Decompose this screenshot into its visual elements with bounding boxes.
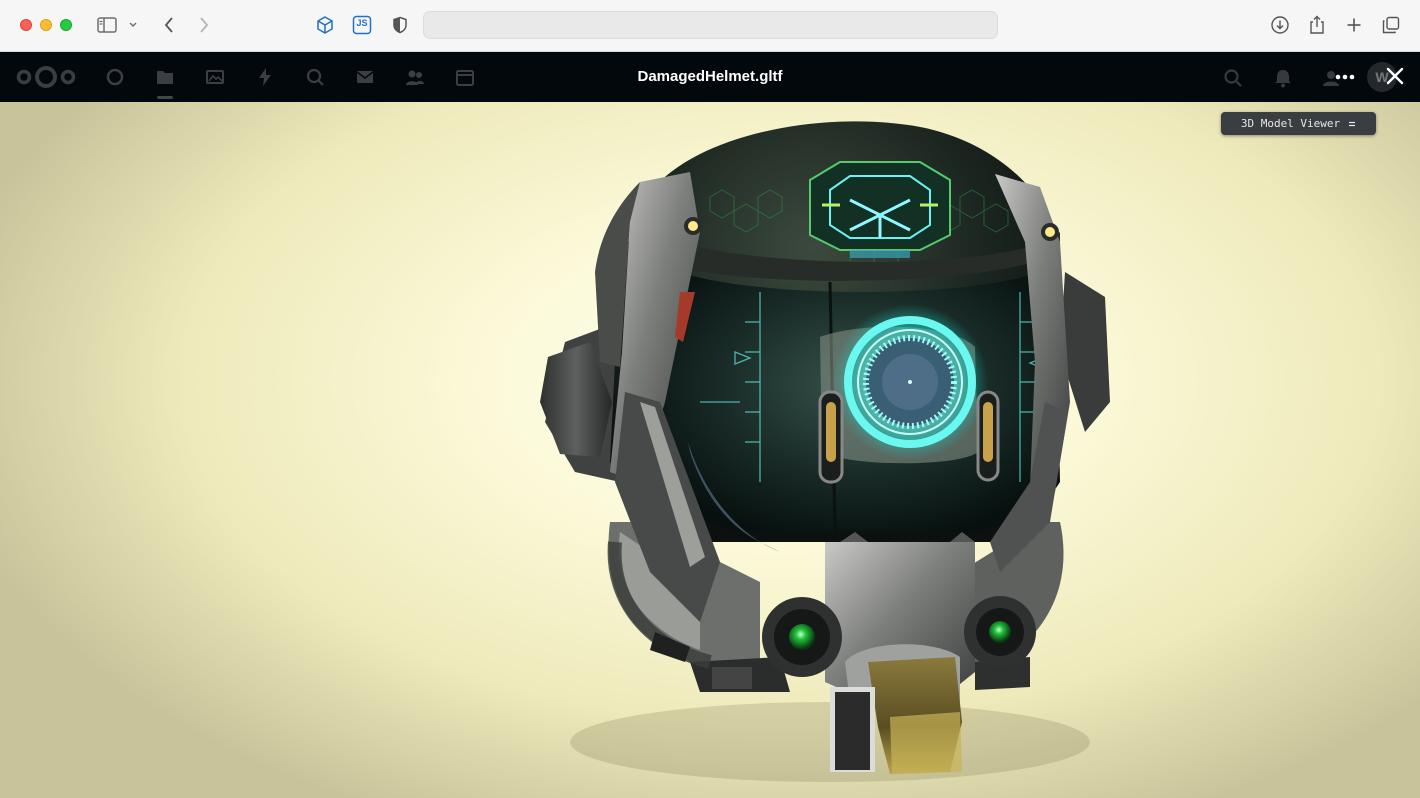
js-extension-icon[interactable]: JS <box>351 14 373 36</box>
close-icon[interactable] <box>1383 64 1407 88</box>
model-viewer-canvas[interactable] <box>0 102 1420 798</box>
damaged-helmet-model <box>540 121 1110 782</box>
viewer-badge-label: 3D Model Viewer <box>1240 117 1341 130</box>
forward-icon[interactable] <box>193 14 215 36</box>
model-viewer-badge[interactable]: 3D Model Viewer <box>1221 112 1376 135</box>
tab-overview-icon[interactable] <box>1380 14 1402 36</box>
shield-icon[interactable] <box>389 14 411 36</box>
sidebar-icon[interactable] <box>96 14 118 36</box>
new-tab-icon[interactable] <box>1343 14 1365 36</box>
window-minimize-button[interactable] <box>40 19 52 31</box>
address-input[interactable] <box>424 12 997 38</box>
address-bar[interactable] <box>423 11 998 39</box>
browser-toolbar: JS <box>0 0 1420 52</box>
js-extension-label: JS <box>356 18 368 28</box>
header-search-icon[interactable] <box>1222 67 1244 89</box>
window-zoom-button[interactable] <box>60 19 72 31</box>
cube-extension-icon[interactable] <box>314 14 336 36</box>
more-icon[interactable] <box>1332 66 1358 88</box>
share-icon[interactable] <box>1306 14 1328 36</box>
download-icon[interactable] <box>1269 14 1291 36</box>
back-icon[interactable] <box>158 14 180 36</box>
app-header: DamagedHelmet.gltf W <box>0 52 1420 102</box>
viewer-title: DamagedHelmet.gltf <box>637 68 783 85</box>
chevron-down-icon[interactable] <box>125 14 141 36</box>
window-close-button[interactable] <box>20 19 32 31</box>
notifications-icon[interactable] <box>1272 67 1294 89</box>
menu-lines-icon <box>1349 121 1356 126</box>
active-app-indicator <box>157 96 173 99</box>
